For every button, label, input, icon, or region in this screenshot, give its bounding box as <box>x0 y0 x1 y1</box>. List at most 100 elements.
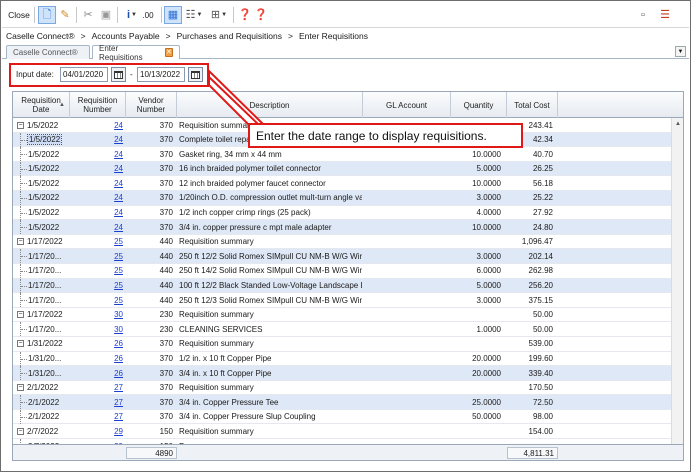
summary-row[interactable]: −1/17/2022 25 440 Requisition summary 1,096.… <box>13 234 683 250</box>
layout-options-icon[interactable]: ⊞ ▼ <box>207 6 231 24</box>
summary-row[interactable]: −2/1/2022 27 370 Requisition summary 170.50 <box>13 380 683 396</box>
table-row[interactable]: 1/31/20... 26 370 3/4 in. x 10 ft Copper Pi… <box>13 366 683 381</box>
table-row[interactable]: 2/1/2022 27 370 3/4 in. Copper Pressure Tee… <box>13 395 683 410</box>
quantity-cell <box>450 337 504 351</box>
collapse-icon[interactable]: − <box>17 427 24 435</box>
vendor-number-cell: 370 <box>159 208 173 218</box>
table-row[interactable]: 1/5/2022 24 370 3/4 in. copper pressure c m… <box>13 220 683 235</box>
table-row[interactable]: 1/17/20... 25 440 250 ft 14/2 Solid Romex S… <box>13 263 683 279</box>
requisition-number-link[interactable]: 24 <box>114 135 123 144</box>
collapse-icon[interactable]: − <box>17 340 24 348</box>
close-button[interactable]: Close <box>6 6 32 24</box>
edit-pencil-icon[interactable]: ✎ <box>56 6 74 24</box>
column-total-cost[interactable]: Total Cost <box>507 92 558 118</box>
tree-branch <box>20 205 28 220</box>
column-quantity[interactable]: Quantity <box>451 92 507 118</box>
sort-ascending-icon: ▲ <box>59 102 65 108</box>
requisition-number-link[interactable]: 24 <box>114 193 123 202</box>
column-requisition-date[interactable]: Requisition Date ▲ <box>13 92 70 118</box>
tab-bar: Caselle Connect® Enter Requisitions ✕ ▼ <box>2 44 689 62</box>
list-edit-icon[interactable]: ☰ <box>656 6 674 24</box>
table-row[interactable]: 1/31/20... 26 370 1/2 in. x 10 ft Copper Pi… <box>13 351 683 367</box>
summary-row[interactable]: −1/31/2022 26 370 Requisition summary 539.00 <box>13 336 683 352</box>
column-description[interactable]: Description <box>177 92 363 118</box>
tab-list-chevron-icon[interactable]: ▼ <box>675 46 686 57</box>
new-document-icon[interactable]: 🗋 <box>38 6 56 24</box>
requisition-number-link[interactable]: 25 <box>114 266 123 275</box>
table-row[interactable]: 1/17/20... 25 440 100 ft 12/2 Black Standed… <box>13 278 683 294</box>
table-row[interactable]: 1/5/2022 24 370 1/20inch O.D. compression o… <box>13 190 683 206</box>
requisition-number-link[interactable]: 25 <box>114 281 123 290</box>
requisition-number-link[interactable]: 30 <box>114 310 123 319</box>
requisition-number-cell: 27 <box>69 381 125 395</box>
requisition-number-link[interactable]: 27 <box>114 398 123 407</box>
summary-row[interactable]: −1/17/2022 30 230 Requisition summary 50.00 <box>13 307 683 323</box>
form-view-icon[interactable]: ▫ <box>634 6 652 24</box>
requisition-number-link[interactable]: 25 <box>114 252 123 261</box>
vendor-number-cell: 230 <box>159 324 173 334</box>
breadcrumb-item-purchases[interactable]: Purchases and Requisitions <box>177 31 282 41</box>
collapse-icon[interactable]: − <box>17 311 24 319</box>
table-row[interactable]: 2/1/2022 27 370 3/4 in. Copper Pressure Slu… <box>13 409 683 425</box>
requisition-number-cell: 26 <box>69 337 125 351</box>
breadcrumb-item-caselle[interactable]: Caselle Connect® <box>6 31 75 41</box>
grid-view-icon[interactable]: ▦ <box>164 6 182 24</box>
table-row[interactable]: 1/5/2022 24 370 1/2 inch copper crimp rings… <box>13 205 683 221</box>
table-row[interactable]: 1/5/2022 24 370 Gasket ring, 34 mm x 44 mm 1… <box>13 147 683 162</box>
collapse-icon[interactable]: − <box>17 238 24 246</box>
vertical-scrollbar[interactable]: ▲ <box>671 118 683 444</box>
table-row[interactable]: 1/17/20... 25 440 250 ft 12/2 Solid Romex S… <box>13 249 683 264</box>
requisition-number-link[interactable]: 25 <box>114 237 123 246</box>
breadcrumb-item-accounts-payable[interactable]: Accounts Payable <box>92 31 160 41</box>
start-calendar-icon[interactable] <box>111 67 126 82</box>
requisition-number-link[interactable]: 24 <box>114 208 123 217</box>
requisition-number-link[interactable]: 24 <box>114 150 123 159</box>
table-row[interactable]: 1/5/2022 24 370 16 inch braided polymer toi… <box>13 161 683 177</box>
decimal-button[interactable]: .00 <box>140 6 156 24</box>
requisition-number-link[interactable]: 26 <box>114 354 123 363</box>
end-calendar-icon[interactable] <box>188 67 203 82</box>
collapse-icon[interactable]: − <box>17 384 24 392</box>
requisition-number-cell: 30 <box>69 308 125 322</box>
description-cell: Requisition summary <box>179 237 254 247</box>
collapse-icon[interactable]: − <box>17 121 24 129</box>
column-requisition-number[interactable]: Requisition Number <box>70 92 126 118</box>
start-date-input[interactable]: 04/01/2020 <box>60 67 108 82</box>
column-gl-account[interactable]: GL Account <box>363 92 451 118</box>
description-cell: 16 inch braided polymer toilet connector <box>179 164 321 174</box>
date-text: 1/5/2022 <box>28 178 60 188</box>
table-row[interactable]: 1/17/20... 25 440 250 ft 12/3 Solid Romex S… <box>13 293 683 308</box>
summary-row[interactable]: −2/7/2022 29 150 Requisition summary 154.00 <box>13 424 683 440</box>
requisition-number-link[interactable]: 27 <box>114 412 123 421</box>
requisition-number-link[interactable]: 24 <box>114 121 123 130</box>
requisition-number-link[interactable]: 29 <box>114 427 123 436</box>
requisition-number-link[interactable]: 27 <box>114 383 123 392</box>
support-icon[interactable]: ❓ <box>252 6 270 24</box>
table-row[interactable]: 1/5/2022 24 370 12 inch braided polymer fau… <box>13 176 683 191</box>
date-text: 1/5/2022 <box>26 134 63 146</box>
date-text: 2/7/2022 <box>27 426 59 436</box>
requisition-number-cell: 24 <box>69 206 125 220</box>
column-vendor-number[interactable]: Vendor Number <box>126 92 177 118</box>
requisition-number-link[interactable]: 26 <box>114 339 123 348</box>
requisition-number-cell: 24 <box>69 176 125 190</box>
scroll-up-icon[interactable]: ▲ <box>672 118 684 130</box>
requisition-number-cell: 25 <box>69 249 125 263</box>
delete-icon[interactable]: ✂ <box>79 6 97 24</box>
requisition-number-link[interactable]: 30 <box>114 325 123 334</box>
date-text: 1/17/20... <box>28 281 62 291</box>
requisition-number-link[interactable]: 25 <box>114 296 123 305</box>
tab-caselle-connect[interactable]: Caselle Connect® <box>6 45 90 59</box>
tab-enter-requisitions[interactable]: Enter Requisitions ✕ <box>92 44 180 62</box>
list-options-icon[interactable]: ☷ ▼ <box>182 6 206 24</box>
total-cost-cell: 170.50 <box>528 383 553 393</box>
table-row[interactable]: 1/17/20... 30 230 CLEANING SERVICES 1.0000 50… <box>13 322 683 337</box>
requisition-number-link[interactable]: 24 <box>114 223 123 232</box>
end-date-input[interactable]: 10/13/2022 <box>137 67 185 82</box>
vendor-number-cell: 440 <box>159 295 173 305</box>
save-icon[interactable]: ▣ <box>97 6 115 24</box>
requisition-number-link[interactable]: 24 <box>114 164 123 173</box>
requisition-number-link[interactable]: 26 <box>114 369 123 378</box>
requisition-number-link[interactable]: 24 <box>114 179 123 188</box>
close-icon[interactable]: ✕ <box>164 48 173 57</box>
